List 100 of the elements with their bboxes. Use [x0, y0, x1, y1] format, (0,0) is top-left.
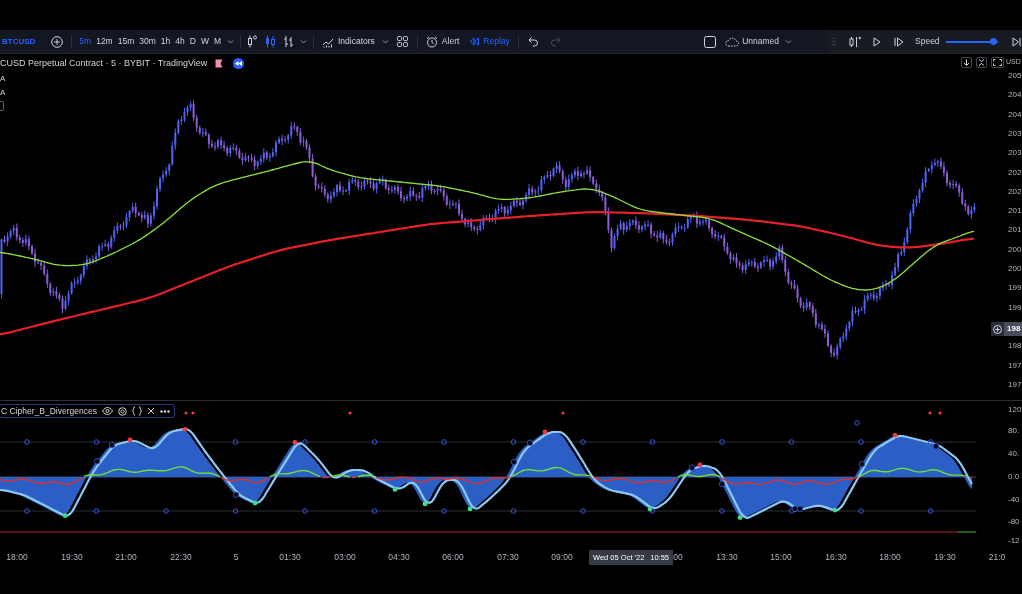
time-label: 19:30 — [934, 552, 956, 563]
replay-button[interactable]: Replay — [469, 32, 510, 51]
add-symbol-button[interactable] — [50, 35, 64, 48]
rewind-icon — [235, 61, 243, 67]
interval-button[interactable]: 15m — [115, 32, 137, 51]
price-label: 199 — [1008, 302, 1022, 313]
legend-label: A — [0, 73, 6, 85]
collapse-icon — [978, 59, 985, 66]
step-forward-button[interactable] — [893, 35, 904, 48]
price-label: 198 — [1008, 341, 1022, 352]
alert-button[interactable]: Alert — [425, 32, 460, 51]
interval-button[interactable]: M — [211, 32, 223, 51]
more-icon[interactable] — [159, 409, 170, 413]
chart-type-button[interactable] — [246, 34, 258, 49]
collapse-button[interactable] — [976, 57, 987, 68]
time-label: 15:00 — [770, 552, 792, 563]
crosshair-add-button[interactable] — [991, 322, 1004, 336]
price-label: 201 — [1008, 206, 1022, 217]
maximize-button[interactable] — [991, 57, 1004, 68]
undo-icon — [528, 36, 540, 47]
time-label: 03:00 — [334, 552, 356, 563]
grid-icon — [397, 36, 409, 47]
interval-button[interactable]: 5m — [77, 32, 94, 51]
interval-button[interactable]: 12m — [94, 32, 115, 51]
caret-down-icon[interactable] — [227, 38, 234, 45]
ohlc-bars-icon — [282, 35, 294, 48]
slider-thumb[interactable] — [990, 38, 998, 45]
indicator-axis-label: -40 — [1008, 495, 1020, 505]
cloud-icon — [725, 36, 740, 47]
price-label: 203 — [1008, 148, 1022, 159]
time-label: 18:00 — [6, 552, 28, 563]
speed-slider[interactable] — [945, 38, 999, 45]
caret-down-icon[interactable] — [785, 38, 792, 45]
time-label: 09:00 — [551, 552, 573, 563]
time-label: 06:00 — [442, 552, 464, 563]
scroll-down-button[interactable] — [961, 57, 972, 68]
interval-button[interactable]: D — [187, 32, 198, 51]
play-button[interactable] — [872, 35, 882, 48]
interval-button[interactable]: 1h — [158, 32, 173, 51]
time-label: 18:00 — [879, 552, 901, 563]
indicator-axis-label: 0.0 — [1008, 472, 1020, 482]
time-label: 22:30 — [170, 552, 192, 563]
indicator-axis-label: 120 — [1008, 405, 1022, 415]
square-icon — [703, 35, 716, 48]
layout-name-button[interactable]: Unnamed — [725, 32, 779, 51]
time-label: 21:0 — [988, 552, 1006, 563]
play-icon — [873, 36, 882, 47]
alarm-clock-icon — [425, 35, 438, 48]
time-label: 21:00 — [115, 552, 137, 563]
caret-down-icon[interactable] — [381, 38, 389, 45]
price-label: 205 — [1008, 71, 1022, 81]
candlestick-icon — [264, 35, 276, 48]
indicator-axis-label: 80. — [1008, 426, 1020, 436]
indicators-button[interactable]: Indicators — [322, 32, 375, 51]
interval-button[interactable]: 4h — [173, 32, 187, 51]
chart-title: CUSD Perpetual Contract · 5 · BYBIT · TradingView — [0, 57, 208, 70]
caret-down-icon[interactable] — [300, 38, 307, 45]
interval-button[interactable]: 30m — [137, 32, 158, 51]
fullscreen-button[interactable] — [703, 35, 717, 48]
price-label: 204 — [1008, 109, 1022, 120]
time-label: 16:30 — [825, 552, 847, 563]
price-label: 203 — [1008, 128, 1022, 139]
rewind-icon — [469, 37, 480, 46]
undo-button[interactable] — [527, 35, 540, 48]
legend-label: A — [0, 87, 6, 99]
time-label: 19:30 — [61, 552, 83, 563]
indicator-axis-label: -80 — [1008, 517, 1020, 527]
speed-label: Speed — [915, 35, 940, 48]
down-arrow-icon — [963, 59, 970, 66]
price-label: 201 — [1008, 225, 1022, 236]
settings-icon[interactable] — [117, 406, 127, 416]
time-label: 04:30 — [388, 552, 410, 563]
interval-button[interactable]: W — [198, 32, 211, 51]
layout-button[interactable] — [396, 35, 409, 48]
hollow-candle-icon — [246, 35, 258, 48]
price-label: 197 — [1008, 360, 1022, 371]
skip-forward-icon — [1012, 36, 1021, 47]
time-label: 07:30 — [497, 552, 519, 563]
price-label: 202 — [1008, 167, 1022, 178]
flag-icon — [215, 59, 224, 69]
replay-mode-button[interactable] — [233, 58, 245, 70]
plus-circle-icon — [50, 35, 63, 48]
price-label: 202 — [1008, 186, 1022, 197]
braces-icon[interactable] — [131, 406, 142, 416]
symbol-name[interactable]: BTCUSD — [2, 35, 36, 48]
skip-forward-button[interactable] — [1012, 35, 1022, 48]
step-forward-icon — [893, 36, 904, 47]
time-label: 01:30 — [279, 552, 301, 563]
select-bar-button[interactable] — [848, 35, 861, 48]
redo-icon — [550, 36, 562, 47]
price-label: 199 — [1008, 283, 1022, 294]
time-label: 13:30 — [716, 552, 738, 563]
indicator-name: C Cipher_B_Divergences — [1, 404, 97, 418]
price-label: 200 — [1008, 244, 1022, 255]
price-label: 197 — [1008, 379, 1022, 390]
close-icon[interactable] — [146, 407, 155, 415]
maximize-icon — [993, 59, 1002, 66]
eye-icon[interactable] — [101, 407, 113, 415]
crosshair-price-label: 198 — [1004, 322, 1022, 336]
chart-type-button[interactable] — [282, 34, 294, 49]
